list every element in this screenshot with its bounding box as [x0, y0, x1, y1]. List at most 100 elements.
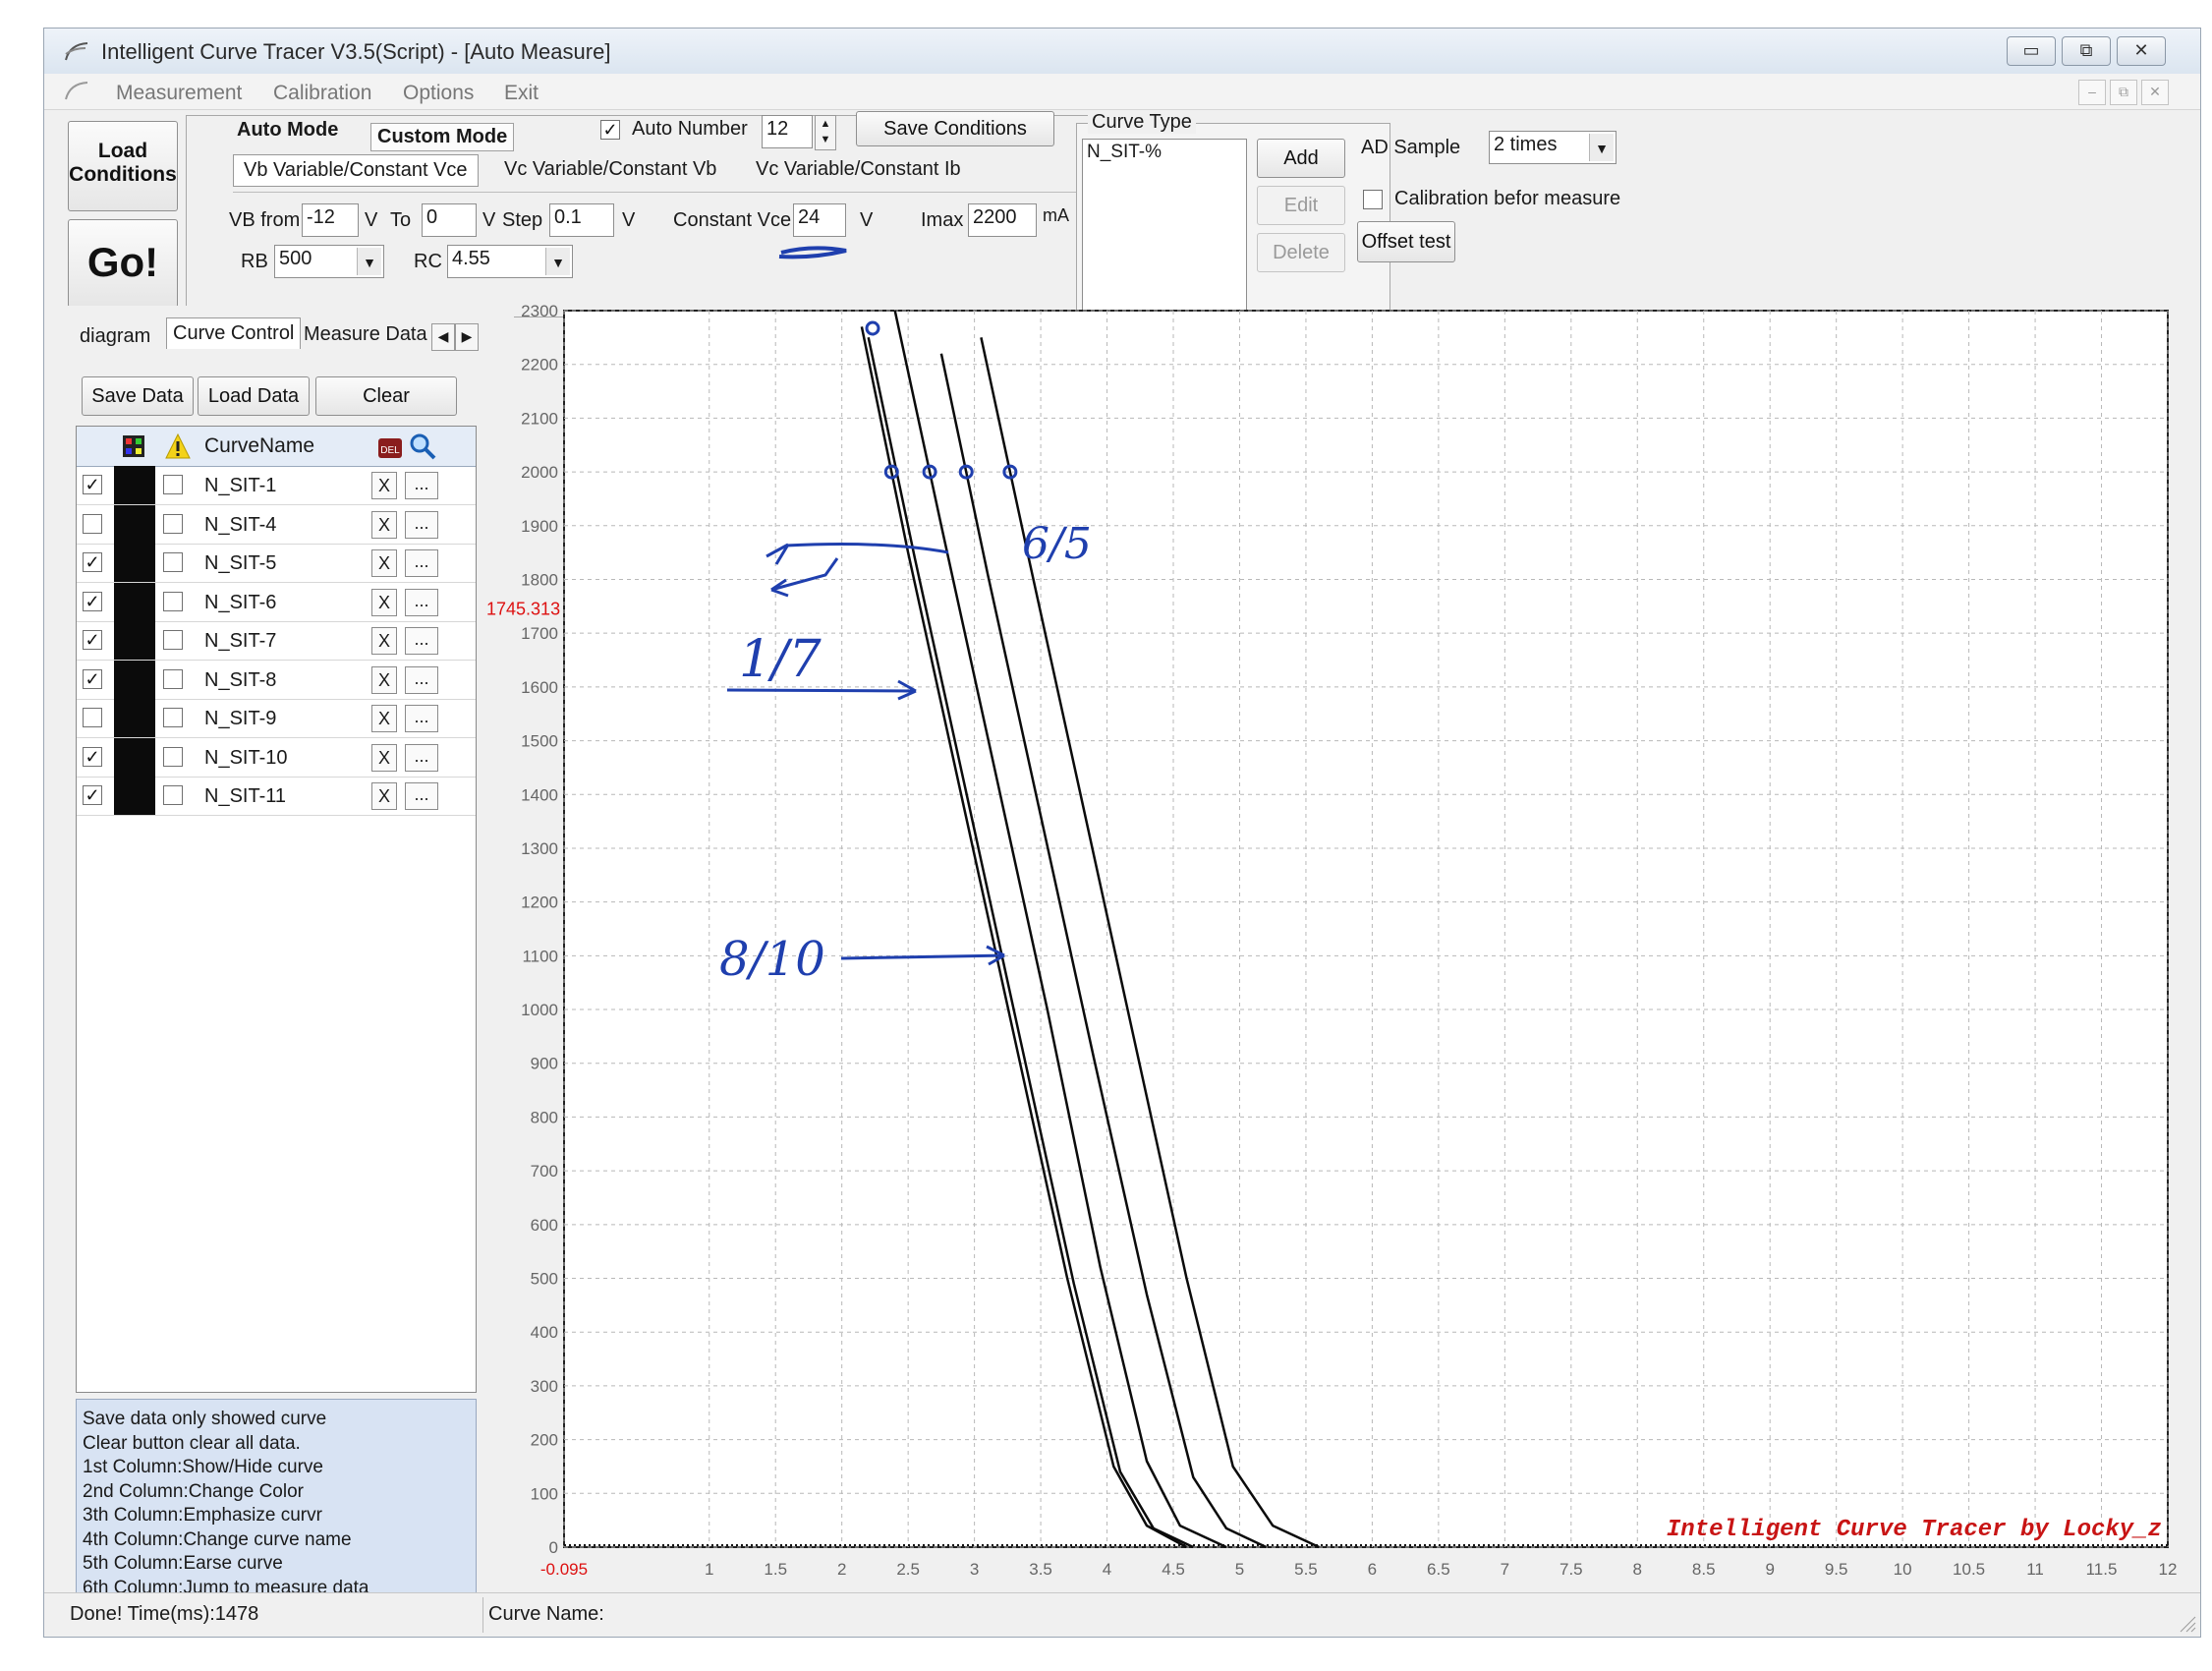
emphasize-curve-checkbox[interactable] [163, 513, 183, 534]
curve-plot[interactable]: 0100200300400500600700800900100011001200… [472, 295, 2182, 1592]
jump-to-data-button[interactable]: ... [405, 549, 438, 577]
menu-calibration[interactable]: Calibration [273, 82, 371, 105]
auto-number-spinner-icon[interactable]: ▲ ▼ [815, 115, 836, 150]
erase-curve-button[interactable]: X [371, 510, 397, 539]
jump-to-data-button[interactable]: ... [405, 705, 438, 732]
ad-sample-select[interactable]: 2 times ▼ [1489, 131, 1616, 164]
jump-to-data-button[interactable]: ... [405, 472, 438, 499]
curve-color-swatch[interactable] [114, 466, 155, 504]
menu-exit[interactable]: Exit [504, 82, 539, 105]
curve-color-swatch[interactable] [114, 504, 155, 544]
curve-color-swatch[interactable] [114, 660, 155, 699]
emphasize-curve-checkbox[interactable] [163, 475, 183, 494]
table-row[interactable]: N_SIT-9 X... [77, 699, 476, 738]
constant-vce-input[interactable]: 24 [793, 203, 846, 237]
erase-curve-button[interactable]: X [371, 743, 397, 772]
curve-name-cell[interactable]: N_SIT-9 [204, 708, 276, 730]
curve-color-swatch[interactable] [114, 544, 155, 582]
curve-name-cell[interactable]: N_SIT-6 [204, 592, 276, 614]
show-curve-checkbox[interactable]: ✓ [83, 630, 102, 650]
mdi-close-icon[interactable]: ✕ [2141, 80, 2169, 105]
mdi-restore-icon[interactable]: ⧉ [2110, 80, 2137, 105]
table-row[interactable]: ✓ N_SIT-10 X... [77, 737, 476, 778]
offset-test-button[interactable]: Offset test [1357, 221, 1455, 262]
jump-to-data-button[interactable]: ... [405, 665, 438, 694]
emphasize-curve-checkbox[interactable] [163, 668, 183, 689]
add-curve-type-button[interactable]: Add [1257, 139, 1345, 178]
go-button[interactable]: Go! [68, 219, 178, 308]
tab-measure-data[interactable]: Measure Data [304, 323, 429, 346]
curve-color-swatch[interactable] [114, 699, 155, 737]
table-row[interactable]: ✓ N_SIT-5 X... [77, 544, 476, 583]
erase-curve-button[interactable]: X [371, 472, 397, 499]
curve-name-cell[interactable]: N_SIT-10 [204, 747, 287, 770]
curve-color-swatch[interactable] [114, 737, 155, 777]
erase-curve-button[interactable]: X [371, 549, 397, 577]
clear-button[interactable]: Clear [315, 376, 457, 416]
jump-to-data-button[interactable]: ... [405, 743, 438, 772]
curve-name-cell[interactable]: N_SIT-11 [204, 785, 286, 808]
table-row[interactable]: ✓ N_SIT-1 X... [77, 466, 476, 505]
mdi-minimize-icon[interactable]: – [2078, 80, 2106, 105]
auto-mode-tab[interactable]: Auto Mode [237, 119, 338, 142]
tab-vc-variable-vb[interactable]: Vc Variable/Constant Vb [504, 158, 716, 181]
jump-to-data-button[interactable]: ... [405, 510, 438, 539]
menu-measurement[interactable]: Measurement [116, 82, 242, 105]
jump-to-data-button[interactable]: ... [405, 627, 438, 655]
tab-vc-variable-ib[interactable]: Vc Variable/Constant Ib [756, 158, 961, 181]
custom-mode-tab[interactable]: Custom Mode [370, 123, 515, 151]
load-data-button[interactable]: Load Data [198, 376, 310, 416]
show-curve-checkbox[interactable] [83, 708, 102, 727]
save-conditions-button[interactable]: Save Conditions [856, 111, 1054, 146]
edit-curve-type-button[interactable]: Edit [1257, 186, 1345, 225]
curve-color-swatch[interactable] [114, 777, 155, 815]
emphasize-curve-checkbox[interactable] [163, 785, 183, 805]
curve-type-list[interactable]: N_SIT-% [1082, 139, 1247, 312]
erase-curve-button[interactable]: X [371, 665, 397, 694]
show-curve-checkbox[interactable] [83, 513, 102, 534]
save-data-button[interactable]: Save Data [82, 376, 194, 416]
calibration-checkbox[interactable] [1363, 190, 1383, 209]
curve-color-swatch[interactable] [114, 621, 155, 660]
curve-name-cell[interactable]: N_SIT-1 [204, 475, 276, 497]
emphasize-curve-checkbox[interactable] [163, 552, 183, 572]
menu-options[interactable]: Options [403, 82, 474, 105]
table-row[interactable]: N_SIT-4 X... [77, 504, 476, 545]
curve-name-cell[interactable]: N_SIT-7 [204, 630, 276, 653]
load-conditions-button[interactable]: Load Conditions [68, 121, 178, 211]
step-input[interactable]: 0.1 [549, 203, 614, 237]
auto-number-checkbox[interactable]: ✓ [600, 120, 620, 140]
auto-number-input[interactable]: 12 [762, 115, 813, 148]
tab-vb-variable[interactable]: Vb Variable/Constant Vce [233, 154, 479, 187]
table-row[interactable]: ✓ N_SIT-6 X... [77, 582, 476, 622]
tab-scroll-left-icon[interactable]: ◀ [431, 323, 455, 351]
erase-curve-button[interactable]: X [371, 588, 397, 616]
emphasize-curve-checkbox[interactable] [163, 591, 183, 611]
resize-grip-icon[interactable] [2177, 1613, 2196, 1633]
rc-select[interactable]: 4.55 ▼ [447, 245, 573, 278]
show-curve-checkbox[interactable]: ✓ [83, 785, 102, 805]
erase-curve-button[interactable]: X [371, 782, 397, 810]
show-curve-checkbox[interactable]: ✓ [83, 475, 102, 494]
curve-name-cell[interactable]: N_SIT-8 [204, 669, 276, 692]
emphasize-curve-checkbox[interactable] [163, 746, 183, 767]
show-curve-checkbox[interactable]: ✓ [83, 746, 102, 767]
curve-name-cell[interactable]: N_SIT-4 [204, 514, 276, 537]
to-input[interactable]: 0 [422, 203, 477, 237]
delete-curve-type-button[interactable]: Delete [1257, 233, 1345, 272]
show-curve-checkbox[interactable]: ✓ [83, 668, 102, 689]
table-row[interactable]: ✓ N_SIT-7 X... [77, 621, 476, 661]
show-curve-checkbox[interactable]: ✓ [83, 591, 102, 611]
vb-from-input[interactable]: -12 [302, 203, 359, 237]
curve-name-cell[interactable]: N_SIT-5 [204, 552, 276, 575]
imax-input[interactable]: 2200 [968, 203, 1037, 237]
table-row[interactable]: ✓ N_SIT-11 X... [77, 777, 476, 816]
close-button[interactable]: ✕ [2117, 36, 2166, 66]
minimize-button[interactable]: ▭ [2007, 36, 2056, 66]
erase-curve-button[interactable]: X [371, 627, 397, 655]
curve-color-swatch[interactable] [114, 582, 155, 621]
emphasize-curve-checkbox[interactable] [163, 630, 183, 650]
rb-select[interactable]: 500 ▼ [274, 245, 384, 278]
table-row[interactable]: ✓ N_SIT-8 X... [77, 660, 476, 700]
emphasize-curve-checkbox[interactable] [163, 708, 183, 727]
